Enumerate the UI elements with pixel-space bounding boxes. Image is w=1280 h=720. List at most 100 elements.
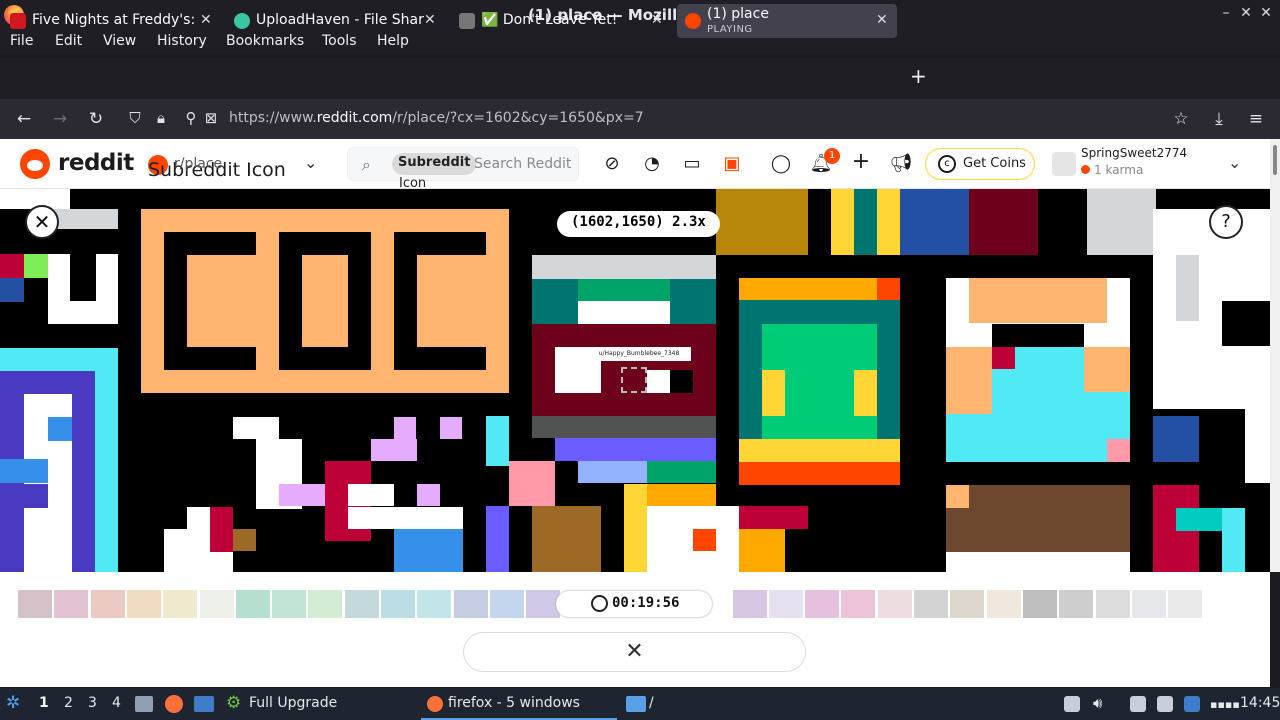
palette-swatch[interactable] [236,590,270,618]
palette-swatch[interactable] [417,590,451,618]
tab-close-icon[interactable]: ✕ [424,12,436,28]
palette-swatch[interactable] [381,590,415,618]
palette-swatch[interactable] [1023,590,1057,618]
back-icon[interactable]: ← [13,109,35,129]
reddit-wordmark[interactable]: reddit [58,150,134,176]
place-icon[interactable]: ▣ [720,153,744,174]
taskbar: ✲ 1 2 3 4 ⚙ Full Upgrade firefox - 5 win… [0,688,1280,720]
workspace-4[interactable]: 4 [112,695,121,711]
full-upgrade-label[interactable]: Full Upgrade [249,695,337,711]
subreddit-name[interactable]: r/place [174,156,222,172]
palette-swatch[interactable] [1096,590,1130,618]
tab-strip [0,57,1280,99]
minimize-button[interactable]: – [1218,5,1234,21]
folder-window-label[interactable]: / [649,695,654,711]
palette-swatch[interactable] [841,590,875,618]
downloads-icon[interactable]: ⤓ [1208,109,1230,129]
get-coins-button[interactable]: c Get Coins [925,148,1035,180]
palette-swatch[interactable] [1059,590,1093,618]
maximize-button[interactable]: ✕ [1238,5,1254,21]
tab-uploadhaven[interactable]: UploadHaven - File Sharin ✕ [226,4,446,38]
updates-icon[interactable] [1184,696,1200,712]
forward-icon[interactable]: → [49,109,71,129]
firefox-launcher-icon[interactable] [165,695,183,713]
clipboard-icon[interactable] [1130,696,1146,712]
karma-count: 1 karma [1081,163,1143,177]
folder-icon[interactable] [626,696,646,712]
palette-swatch[interactable] [950,590,984,618]
palette-swatch[interactable] [914,590,948,618]
gear-icon[interactable]: ⚙ [226,693,241,713]
start-menu-icon[interactable]: ✲ [6,693,20,713]
palette-swatch[interactable] [490,590,524,618]
palette-swatch[interactable] [272,590,306,618]
close-palette-button[interactable]: ✕ [463,632,806,672]
search-input[interactable]: ⌕ Subreddit Icon Search Reddit [347,147,579,191]
palette-swatch[interactable] [200,590,234,618]
tab-dont-leave[interactable]: ✅ Don't Leave Yet! ✕ [451,4,671,38]
palette-swatch[interactable] [127,590,161,618]
subreddit-search-chip[interactable]: Subreddit [392,153,477,175]
shield-icon[interactable]: ⛉ [124,109,146,127]
url-bar[interactable]: https://www.reddit.com/r/place/?cx=1602&… [229,110,644,126]
network-icon[interactable] [1157,696,1173,712]
app-menu-icon[interactable]: ≡ [1245,109,1267,129]
user-menu-chevron-icon[interactable]: ⌄ [1228,153,1241,172]
palette-swatch[interactable] [454,590,488,618]
permissions-icon[interactable]: ⚲ [180,109,202,127]
watch-icon[interactable]: ▭ [680,153,704,174]
navigation-bar: ← → ↻ ⛉ 🔒︎ ⚲ ⊠ https://www.reddit.com/r/… [0,99,1280,139]
close-icon[interactable]: ✕ [25,205,59,239]
tab-label: (1) place [707,6,769,22]
file-manager-icon[interactable] [135,696,153,712]
popular-icon[interactable]: ⊘ [600,153,624,174]
camera-blocked-icon[interactable]: ⊠ [200,109,222,127]
tab-close-icon[interactable]: ✕ [876,12,888,28]
terminal-icon[interactable] [194,696,214,712]
palette-swatch[interactable] [1132,590,1166,618]
chevron-down-icon[interactable]: ⌄ [304,153,317,172]
tab-place[interactable]: (1) place PLAYING ✕ [677,4,897,38]
reload-icon[interactable]: ↻ [85,109,107,129]
chat-icon[interactable]: ◯ [769,153,793,174]
workspace-3[interactable]: 3 [88,695,97,711]
palette-swatch[interactable] [878,590,912,618]
tab-close-icon[interactable]: ✕ [200,12,212,28]
firefox-window-button[interactable]: firefox - 5 windows [421,688,617,720]
palette-swatch[interactable] [54,590,88,618]
palette-swatch[interactable] [733,590,767,618]
help-icon[interactable]: ? [1209,205,1243,239]
reddit-logo-icon[interactable] [20,149,50,179]
tab-close-icon[interactable]: ✕ [651,12,663,28]
volume-icon[interactable]: 🔊︎ [1093,694,1102,712]
tray-app-icon[interactable] [1064,696,1080,712]
workspace-2[interactable]: 2 [64,695,73,711]
close-window-button[interactable]: ✕ [1258,5,1274,21]
tab-label: UploadHaven - File Sharin [256,12,424,28]
palette-swatch[interactable] [1168,590,1202,618]
network-activity-icon: ▪▪▪▪ [1210,698,1240,711]
avatar[interactable] [1052,152,1076,176]
notification-badge: 1 [824,148,840,164]
palette-swatch[interactable] [345,590,379,618]
bookmark-star-icon[interactable]: ☆ [1170,109,1192,129]
palette-swatch[interactable] [18,590,52,618]
search-placeholder: Search Reddit [474,156,572,172]
palette-swatch[interactable] [526,590,560,618]
workspace-1[interactable]: 1 [39,695,49,711]
username[interactable]: SpringSweet2774 [1081,146,1187,160]
palette-swatch[interactable] [163,590,197,618]
palette-swatch[interactable] [308,590,342,618]
new-tab-button[interactable]: + [910,64,927,88]
palette-swatch[interactable] [805,590,839,618]
create-post-icon[interactable]: + [849,149,873,174]
palette-swatch[interactable] [91,590,125,618]
reddit-header: reddit Subreddit Icon r/place ⌄ ⌕ Subred… [0,139,1270,191]
page-scrollbar[interactable] [1270,139,1280,572]
lock-icon[interactable]: 🔒︎ [150,109,172,127]
advertise-icon[interactable]: 📢︎ [889,153,913,174]
tab-fnaf[interactable]: Five Nights at Freddy's: S ✕ [2,4,222,38]
palette-swatch[interactable] [987,590,1021,618]
all-icon[interactable]: ◔ [640,153,664,174]
palette-swatch[interactable] [769,590,803,618]
